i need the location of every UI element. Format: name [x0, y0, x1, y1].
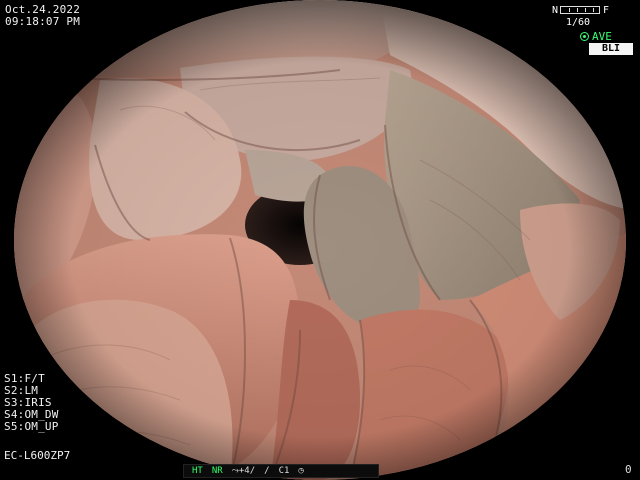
time-label: 09:18:07 PM [5, 15, 81, 28]
preset-item: S5:OM_UP [4, 420, 59, 433]
enhance-value: ⤳+4/ [232, 466, 255, 476]
shutter-end-label: F [603, 4, 610, 16]
datetime: Oct.24.2022 09:18:07 PM [5, 4, 80, 28]
ht-label: HT [192, 466, 203, 476]
shutter-start-label: N [552, 4, 559, 16]
nr-label: NR [211, 466, 223, 476]
shutter-scale-bar [560, 6, 601, 14]
ave-indicator: AVE [580, 30, 612, 43]
clock-icon: ◷ [298, 466, 304, 476]
preset-list: S1:F/T S2:LM S3:IRIS S4:OM_DW S5:OM_UP [4, 373, 59, 433]
bli-badge: BLI [589, 43, 633, 55]
frame-counter: 0 [625, 463, 632, 476]
endoscope-view [14, 0, 626, 480]
c1-label: C1 [278, 466, 290, 476]
exposure-label: 1/60 [566, 16, 591, 28]
ave-dot-icon [580, 32, 589, 41]
slash-label: / [264, 466, 270, 476]
enhance-label: +4/ [238, 466, 256, 476]
scope-model: EC-L600ZP7 [4, 449, 71, 462]
status-bar: HT NR ⤳+4/ / C1 ◷ [183, 464, 379, 478]
enhance-icon: ⤳ [231, 466, 239, 476]
ave-label: AVE [592, 30, 612, 43]
